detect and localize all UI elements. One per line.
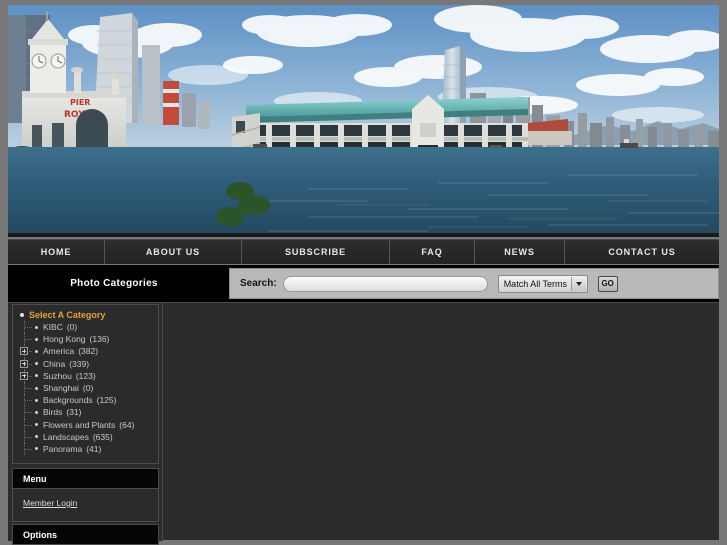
bullet-icon bbox=[35, 362, 38, 366]
menu-panel-header: Menu bbox=[12, 468, 159, 489]
tree-item-label: America bbox=[43, 346, 75, 357]
tree-connector-line bbox=[24, 430, 33, 443]
tree-item-china[interactable]: China (339) bbox=[17, 357, 158, 370]
tree-item-flowers-and-plants[interactable]: Flowers and Plants (64) bbox=[17, 418, 158, 431]
nav-item-faq[interactable]: FAQ bbox=[390, 240, 475, 264]
tree-item-label: Flowers and Plants bbox=[43, 419, 116, 430]
tree-item-count: (0) bbox=[66, 322, 78, 333]
bullet-icon bbox=[35, 447, 38, 451]
category-tree-panel: Select A Category KIBC (0) Hong Kong (136) A… bbox=[12, 304, 159, 464]
tree-item-label: KIBC bbox=[43, 322, 63, 333]
tree-item-suzhou[interactable]: Suzhou (123) bbox=[17, 369, 158, 382]
tree-item-count: (123) bbox=[75, 370, 96, 381]
tree-item-label: Backgrounds bbox=[43, 395, 93, 406]
bullet-icon bbox=[35, 398, 38, 402]
sidebar: Select A Category KIBC (0) Hong Kong (136) A… bbox=[8, 303, 163, 545]
banner-image: PIER ROYAL bbox=[8, 5, 719, 237]
photo-categories-title: Photo Categories bbox=[70, 278, 158, 289]
tree-item-count: (635) bbox=[92, 431, 113, 442]
tree-item-label: Suzhou bbox=[43, 370, 72, 381]
bullet-icon bbox=[35, 337, 38, 341]
tree-root-select-a-category[interactable]: Select A Category bbox=[17, 308, 158, 321]
main-gallery-area bbox=[164, 303, 719, 541]
expand-plus-icon[interactable] bbox=[20, 371, 28, 380]
tree-item-count: (382) bbox=[78, 346, 99, 357]
tree-connector-line bbox=[24, 394, 33, 407]
tree-item-count: (64) bbox=[119, 419, 135, 430]
search-input[interactable] bbox=[282, 275, 488, 292]
go-button[interactable]: GO bbox=[597, 275, 618, 292]
bullet-icon bbox=[35, 325, 38, 329]
match-mode-value: Match All Terms bbox=[503, 278, 568, 289]
options-panel-header: Options bbox=[12, 524, 159, 545]
tree-connector-line bbox=[24, 442, 33, 456]
tree-item-label: China bbox=[43, 358, 66, 369]
expand-plus-icon[interactable] bbox=[20, 359, 28, 368]
tree-item-count: (41) bbox=[86, 443, 102, 454]
tree-item-count: (136) bbox=[89, 334, 110, 345]
bullet-icon bbox=[35, 374, 38, 378]
tree-item-birds[interactable]: Birds (31) bbox=[17, 406, 158, 419]
tree-root-label: Select A Category bbox=[29, 309, 106, 320]
header-row: Photo Categories Search: Match All Terms… bbox=[8, 265, 719, 302]
tree-item-label: Birds bbox=[43, 407, 63, 418]
tree-item-hong-kong[interactable]: Hong Kong (136) bbox=[17, 333, 158, 346]
tree-item-landscapes[interactable]: Landscapes (635) bbox=[17, 430, 158, 443]
tree-connector-line bbox=[24, 418, 33, 431]
nav-item-about-us[interactable]: ABOUT US bbox=[105, 240, 242, 264]
tree-item-label: Panorama bbox=[43, 443, 83, 454]
tree-connector-line bbox=[24, 381, 33, 395]
tree-connector-line bbox=[24, 333, 33, 346]
tree-item-america[interactable]: America (382) bbox=[17, 345, 158, 358]
match-mode-select[interactable]: Match All Terms bbox=[497, 274, 588, 293]
tree-item-panorama[interactable]: Panorama (41) bbox=[17, 442, 158, 456]
tree-item-shanghai[interactable]: Shanghai (0) bbox=[17, 381, 158, 395]
menu-panel-body: Member Login bbox=[12, 489, 159, 522]
bullet-icon bbox=[20, 312, 24, 317]
tree-item-label: Shanghai bbox=[43, 383, 79, 394]
content-area: Select A Category KIBC (0) Hong Kong (136) A… bbox=[8, 302, 719, 545]
bullet-icon bbox=[35, 435, 38, 439]
nav-item-home[interactable]: HOME bbox=[8, 240, 105, 264]
nav-item-news[interactable]: NEWS bbox=[475, 240, 565, 264]
search-panel: Search: Match All Terms GO bbox=[229, 268, 719, 299]
tree-item-count: (0) bbox=[82, 383, 94, 394]
main-navigation: HOME ABOUT US SUBSCRIBE FAQ NEWS CONTACT… bbox=[8, 239, 719, 264]
chevron-down-icon[interactable] bbox=[570, 276, 586, 291]
tree-item-count: (339) bbox=[69, 358, 90, 369]
category-tree-list: KIBC (0) Hong Kong (136) America (382) China (3… bbox=[17, 321, 158, 456]
nav-item-contact-us[interactable]: CONTACT US bbox=[565, 240, 719, 264]
bullet-icon bbox=[35, 423, 38, 427]
tree-item-label: Hong Kong bbox=[43, 334, 86, 345]
tree-connector-line bbox=[24, 406, 33, 419]
page-root: PIER ROYAL bbox=[0, 0, 727, 545]
tree-item-backgrounds[interactable]: Backgrounds (125) bbox=[17, 394, 158, 407]
nav-item-subscribe[interactable]: SUBSCRIBE bbox=[242, 240, 390, 264]
tree-item-count: (125) bbox=[96, 395, 117, 406]
svg-text:PIER: PIER bbox=[70, 98, 90, 107]
tree-item-kibc[interactable]: KIBC (0) bbox=[17, 321, 158, 334]
tree-item-label: Landscapes bbox=[43, 431, 89, 442]
bullet-icon bbox=[35, 410, 38, 414]
member-login-link[interactable]: Member Login bbox=[23, 498, 77, 508]
bullet-icon bbox=[35, 349, 38, 353]
search-label: Search: bbox=[240, 278, 277, 289]
expand-plus-icon[interactable] bbox=[20, 347, 28, 356]
bullet-icon bbox=[35, 386, 38, 390]
tree-connector-line bbox=[24, 321, 33, 334]
tree-item-count: (31) bbox=[66, 407, 82, 418]
